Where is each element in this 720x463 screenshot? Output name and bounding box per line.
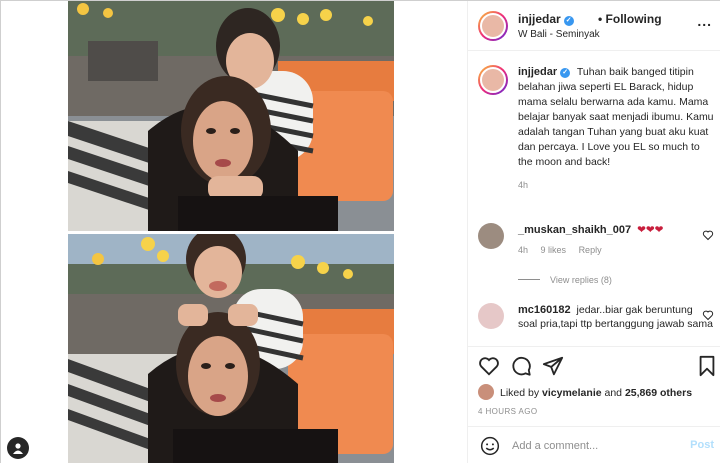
likes-summary: Liked by vicymelanie and 25,869 others — [478, 384, 692, 400]
save-bookmark-icon[interactable] — [696, 355, 718, 377]
commenter-avatar[interactable] — [478, 303, 504, 329]
more-options-icon[interactable]: ... — [697, 13, 712, 29]
reply-button[interactable]: Reply — [579, 245, 602, 255]
liker-avatar[interactable] — [478, 384, 494, 400]
post-actions-bar: Liked by vicymelanie and 25,869 others 4… — [468, 346, 720, 436]
verified-badge-icon: ✓ — [563, 16, 574, 26]
comment-time[interactable]: 4h — [518, 245, 528, 255]
caption-author-avatar[interactable] — [478, 65, 508, 95]
post-photo-bottom[interactable] — [68, 234, 394, 463]
following-label[interactable]: Following — [606, 12, 662, 26]
post-comment-button[interactable]: Post — [690, 439, 714, 451]
comment-meta: 4h 9 likes Reply — [518, 245, 714, 255]
caption-text: Tuhan baik banged titipin belahan jiwa s… — [518, 66, 714, 168]
caption-timestamp[interactable]: 4h — [518, 180, 714, 190]
caption-username[interactable]: injjedar ✓ — [518, 66, 571, 78]
commenter-username[interactable]: mc160182 — [518, 304, 571, 316]
caption-username-text[interactable]: injjedar — [518, 66, 557, 78]
view-replies-button[interactable]: View replies (8) — [518, 275, 612, 285]
liker-username[interactable]: vicymelanie — [542, 387, 602, 399]
commenter-avatar[interactable] — [478, 223, 504, 249]
author-username-text[interactable]: injjedar — [518, 12, 561, 26]
view-replies-label[interactable]: View replies (8) — [550, 275, 612, 285]
comment-like-heart-icon[interactable] — [702, 309, 714, 321]
add-comment-input[interactable] — [512, 436, 672, 456]
comment-text: ❤❤❤ — [637, 224, 664, 236]
post-details-panel: injjedar ✓ • Following W Bali - Seminyak … — [467, 1, 720, 463]
person-icon — [13, 443, 23, 454]
author-username[interactable]: injjedar ✓ — [518, 12, 574, 26]
emoji-smile-icon[interactable] — [480, 436, 500, 456]
view-replies-divider — [518, 279, 540, 280]
caption-verified-badge-icon: ✓ — [560, 68, 571, 78]
comment-like-heart-icon[interactable] — [702, 229, 714, 241]
comment-text-block: mc160182 jedar..biar gak beruntung soal … — [518, 303, 714, 331]
post-header: injjedar ✓ • Following W Bali - Seminyak … — [468, 1, 720, 51]
commenter-username[interactable]: _muskan_shaikh_007 — [518, 224, 631, 236]
comment-item: _muskan_shaikh_007 ❤❤❤ 4h 9 likes Reply — [478, 223, 714, 255]
following-button[interactable]: • Following — [598, 12, 662, 26]
likes-prefix: Liked by — [500, 387, 540, 399]
photo-bottom-image — [68, 234, 394, 463]
share-paper-plane-icon[interactable] — [542, 355, 564, 377]
like-heart-icon[interactable] — [478, 355, 500, 377]
likes-and: and — [604, 387, 623, 399]
post-caption: injjedar ✓ Tuhan baik banged titipin bela… — [478, 65, 714, 190]
post-timestamp[interactable]: 4 HOURS AGO — [478, 407, 538, 416]
comment-item: mc160182 jedar..biar gak beruntung soal … — [478, 303, 714, 331]
likes-count[interactable]: 25,869 others — [625, 387, 692, 399]
account-icon[interactable] — [7, 437, 29, 459]
location-link[interactable]: W Bali - Seminyak — [518, 29, 600, 40]
comment-likes-count[interactable]: 9 likes — [541, 245, 567, 255]
caption-text-block: injjedar ✓ Tuhan baik banged titipin bela… — [518, 65, 714, 170]
post-photo-top[interactable] — [68, 1, 394, 231]
comment-bubble-icon[interactable] — [510, 355, 532, 377]
author-avatar[interactable] — [478, 11, 508, 41]
comment-text-block: _muskan_shaikh_007 ❤❤❤ — [518, 223, 714, 237]
photo-top-image — [68, 1, 394, 231]
instagram-post-window: injjedar ✓ • Following W Bali - Seminyak … — [0, 0, 720, 463]
post-media-area — [1, 1, 467, 463]
add-comment-bar: Post — [468, 426, 720, 463]
